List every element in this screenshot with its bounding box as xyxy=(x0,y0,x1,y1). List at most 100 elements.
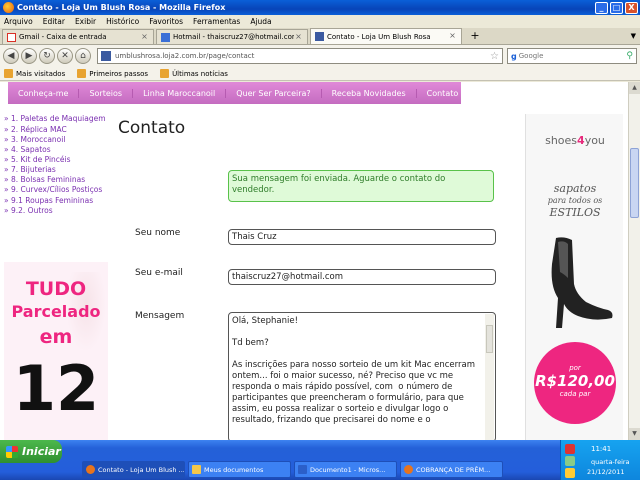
nav-conheca-me[interactable]: Conheça-me xyxy=(8,88,80,98)
category-link[interactable]: » 8. Bolsas Femininas xyxy=(4,175,114,185)
message-textarea[interactable]: Olá, Stephanie! Td bem? As inscrições pa… xyxy=(228,312,496,440)
tab-contato[interactable]: Contato - Loja Um Blush Rosa × xyxy=(310,28,462,44)
start-button[interactable]: Iniciar xyxy=(0,440,62,463)
name-field[interactable]: Thais Cruz xyxy=(228,229,496,245)
category-link[interactable]: » 9.2. Outros xyxy=(4,206,114,216)
page-scrollbar[interactable]: ▲ ▼ xyxy=(628,82,640,440)
hotmail-icon xyxy=(161,32,170,42)
nav-quer-ser-parceira[interactable]: Quer Ser Parceira? xyxy=(226,88,322,98)
minimize-button[interactable]: _ xyxy=(595,1,608,14)
reload-button[interactable]: ↻ xyxy=(39,48,55,64)
category-link[interactable]: » 2. Réplica MAC xyxy=(4,125,114,135)
firefox-icon xyxy=(3,2,14,13)
site-identity-icon[interactable] xyxy=(101,51,111,61)
network-icon[interactable] xyxy=(565,456,575,466)
category-list: » 1. Paletas de Maquiagem » 2. Réplica M… xyxy=(4,114,114,216)
ad-tagline: sapatos xyxy=(553,182,597,195)
page-title: Contato xyxy=(118,118,186,138)
tray-icon[interactable] xyxy=(565,444,575,454)
menu-favoritos[interactable]: Favoritos xyxy=(149,17,183,26)
clock-time[interactable]: 11:41 xyxy=(591,445,611,453)
nav-contato[interactable]: Contato xyxy=(417,89,469,98)
search-icon[interactable]: ⚲ xyxy=(626,51,633,61)
tab-close-icon[interactable]: × xyxy=(140,32,149,42)
tab-gmail[interactable]: Gmail - Caixa de entrada × xyxy=(2,29,154,44)
category-link[interactable]: » 9.1 Roupas Femininas xyxy=(4,196,114,206)
close-button[interactable]: X xyxy=(625,1,638,14)
folder-icon xyxy=(192,465,201,474)
menu-bar: Arquivo Editar Exibir Histórico Favorito… xyxy=(0,15,640,28)
menu-ajuda[interactable]: Ajuda xyxy=(250,17,271,26)
volume-icon[interactable] xyxy=(565,468,575,478)
clock-day: quarta-feira xyxy=(591,458,630,466)
search-bar[interactable]: g ⚲ xyxy=(507,48,637,64)
maximize-button[interactable]: □ xyxy=(610,1,623,14)
bookmark-mais-visitados[interactable]: Mais visitados xyxy=(4,69,65,78)
bookmark-label: Últimas notícias xyxy=(172,69,228,78)
category-link[interactable]: » 7. Bijuterias xyxy=(4,165,114,175)
bookmark-primeiros-passos[interactable]: Primeiros passos xyxy=(77,69,148,78)
category-link[interactable]: » 3. Moroccanoil xyxy=(4,135,114,145)
new-tab-button[interactable]: + xyxy=(468,29,482,43)
promo-line: 12 xyxy=(12,352,100,425)
tab-close-icon[interactable]: × xyxy=(448,32,457,41)
taskbar-firefox[interactable]: Contato - Loja Um Blush ... xyxy=(82,461,185,478)
menu-exibir[interactable]: Exibir xyxy=(75,17,96,26)
taskbar-documento1[interactable]: Documento1 - Micros... xyxy=(294,461,397,478)
badge-text: cada par xyxy=(559,390,591,398)
promo-banner[interactable]: TUDO Parcelado em 12 xyxy=(4,262,108,440)
firefox-icon xyxy=(404,465,413,474)
back-button[interactable]: ◀ xyxy=(3,48,19,64)
tab-label: Hotmail - thaiscruz27@hotmail.com xyxy=(173,33,294,41)
shoes4you-ad[interactable]: shoes4you sapatos para todos os ESTILOS … xyxy=(525,114,623,440)
menu-editar[interactable]: Editar xyxy=(43,17,65,26)
tab-hotmail[interactable]: Hotmail - thaiscruz27@hotmail.com × xyxy=(156,29,308,44)
url-input[interactable] xyxy=(115,52,491,60)
site-navigation: Conheça-me Sorteios Linha Maroccanoil Qu… xyxy=(8,82,461,104)
home-button[interactable]: ⌂ xyxy=(75,48,91,64)
nav-receba-novidades[interactable]: Receba Novidades xyxy=(322,88,417,98)
taskbar-meus-documentos[interactable]: Meus documentos xyxy=(188,461,291,478)
taskbar-cobranca[interactable]: COBRANÇA DE PRÊM... xyxy=(400,461,503,478)
bookmarks-toolbar: Mais visitados Primeiros passos Últimas … xyxy=(0,67,640,81)
ad-brand-part: you xyxy=(584,134,605,147)
url-bar[interactable]: ☆ xyxy=(97,48,503,64)
word-icon xyxy=(298,465,307,474)
tab-list-icon[interactable]: ▼ xyxy=(631,32,636,40)
stop-button[interactable]: ✕ xyxy=(57,48,73,64)
email-field[interactable]: thaiscruz27@hotmail.com xyxy=(228,269,496,285)
forward-button[interactable]: ▶ xyxy=(21,48,37,64)
ad-brand-logo: shoes4you xyxy=(526,134,624,147)
textarea-scroll-thumb[interactable] xyxy=(486,325,493,353)
nav-linha-maroccanoil[interactable]: Linha Maroccanoil xyxy=(133,88,227,98)
nav-sorteios[interactable]: Sorteios xyxy=(79,88,134,98)
google-icon[interactable]: g xyxy=(511,52,517,61)
bookmark-ultimas-noticias[interactable]: Últimas notícias xyxy=(160,69,228,78)
scroll-thumb[interactable] xyxy=(630,148,639,218)
menu-ferramentas[interactable]: Ferramentas xyxy=(193,17,240,26)
clock-date: 21/12/2011 xyxy=(587,468,625,476)
window-titlebar: Contato - Loja Um Blush Rosa - Mozilla F… xyxy=(0,0,640,15)
category-link[interactable]: » 9. Curvex/Cílios Postiços xyxy=(4,185,114,194)
bookmark-star-icon[interactable]: ☆ xyxy=(490,51,499,62)
ad-tagline: para todos os xyxy=(547,196,603,205)
tab-close-icon[interactable]: × xyxy=(294,32,303,42)
scroll-up-icon[interactable]: ▲ xyxy=(629,82,640,94)
windows-flag-icon xyxy=(6,445,18,458)
search-input[interactable] xyxy=(518,52,627,60)
category-link[interactable]: » 4. Sapatos xyxy=(4,145,114,155)
menu-historico[interactable]: Histórico xyxy=(106,17,139,26)
task-label: Contato - Loja Um Blush ... xyxy=(98,465,185,474)
category-link[interactable]: » 1. Paletas de Maquiagem xyxy=(4,114,114,123)
name-label: Seu nome xyxy=(135,228,181,238)
scroll-down-icon[interactable]: ▼ xyxy=(629,428,640,440)
bookmark-icon xyxy=(77,69,87,78)
page-viewport: Conheça-me Sorteios Linha Maroccanoil Qu… xyxy=(0,82,628,440)
promo-line: TUDO xyxy=(25,278,87,300)
email-label: Seu e-mail xyxy=(135,268,183,278)
tab-label: Gmail - Caixa de entrada xyxy=(19,33,107,41)
task-label: Meus documentos xyxy=(204,465,264,474)
menu-arquivo[interactable]: Arquivo xyxy=(4,17,33,26)
loja2-icon xyxy=(315,32,324,41)
category-link[interactable]: » 5. Kit de Pincéis xyxy=(4,155,114,165)
